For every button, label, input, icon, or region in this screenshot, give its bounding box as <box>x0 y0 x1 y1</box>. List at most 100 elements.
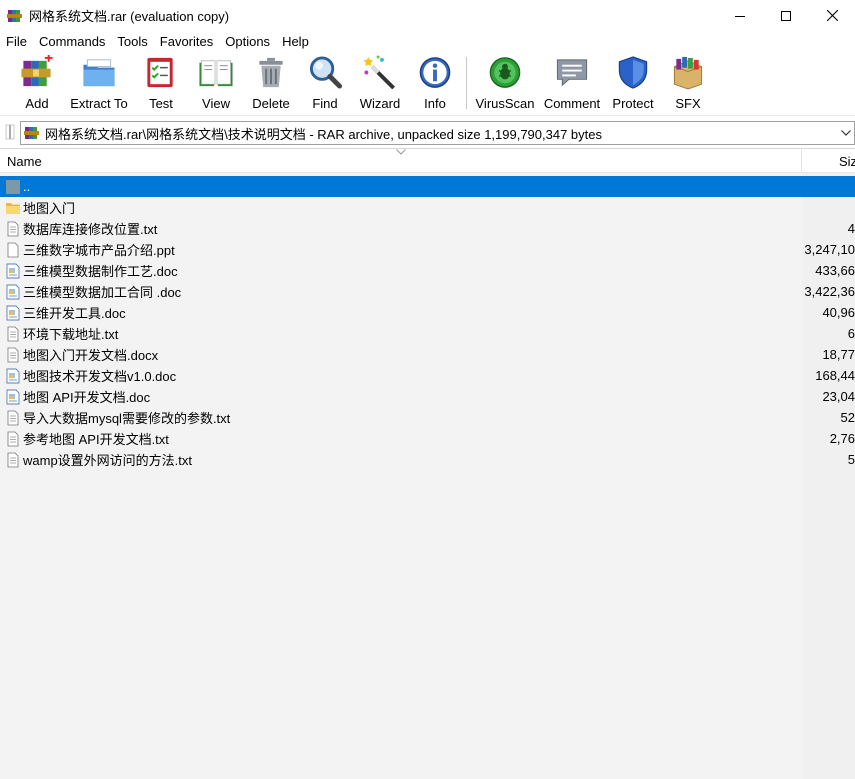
file-name: 三维数字城市产品介绍.ppt <box>23 243 175 258</box>
file-size: 3,422,36 <box>804 284 855 299</box>
file-size: 168,44 <box>815 368 855 383</box>
column-header-size[interactable]: Siz <box>839 154 855 169</box>
text-file-icon <box>5 326 21 342</box>
rar-archive-icon <box>24 125 40 141</box>
file-row[interactable]: 三维开发工具.doc 40,96 <box>0 302 855 323</box>
add-label: Add <box>25 96 49 111</box>
wizard-button[interactable]: Wizard <box>358 55 402 111</box>
maximize-button[interactable] <box>763 0 809 31</box>
close-button[interactable] <box>809 0 855 31</box>
file-size: 40,96 <box>822 305 855 320</box>
protect-icon <box>618 56 648 89</box>
menu-options[interactable]: Options <box>219 34 276 49</box>
text-file-icon <box>5 242 21 258</box>
sfx-button[interactable]: SFX <box>668 55 708 111</box>
file-name: 三维开发工具.doc <box>23 306 126 321</box>
winrar-app-icon <box>7 8 23 24</box>
file-name: wamp设置外网访问的方法.txt <box>23 453 193 468</box>
text-file-icon <box>5 221 21 237</box>
file-size: 18,77 <box>822 347 855 362</box>
up-arrow-icon <box>5 124 15 140</box>
minimize-button[interactable] <box>717 0 763 31</box>
info-icon <box>419 57 451 88</box>
parent-folder-icon <box>5 179 21 195</box>
file-list[interactable]: Name Siz .. 地图入门 数据库连接修改位置.txt 4 三维数字城市产品介绍.… <box>0 148 855 779</box>
file-size: 2,76 <box>829 431 855 446</box>
file-name: 地图入门 <box>23 201 76 216</box>
title-bar: 网格系统文档.rar (evaluation copy) <box>0 0 855 31</box>
info-label: Info <box>424 96 446 111</box>
text-file-icon <box>5 347 21 363</box>
file-row[interactable]: 地图技术开发文档v1.0.doc 168,44 <box>0 365 855 386</box>
file-row[interactable]: wamp设置外网访问的方法.txt 5 <box>0 449 855 470</box>
folder-icon <box>5 200 21 216</box>
address-field[interactable]: 网格系统文档.rar\网格系统文档\技术说明文档 - RAR archive, … <box>20 121 855 145</box>
add-button[interactable]: Add <box>18 55 56 111</box>
sfx-label: SFX <box>675 96 701 111</box>
file-size: 3,247,10 <box>804 242 855 257</box>
file-name: 地图入门开发文档.docx <box>23 348 159 363</box>
wizard-icon <box>363 55 395 90</box>
word-document-icon <box>5 284 21 300</box>
address-dropdown-button[interactable] <box>838 122 854 144</box>
text-file-icon <box>5 431 21 447</box>
wizard-label: Wizard <box>359 96 401 111</box>
view-button[interactable]: View <box>195 55 237 111</box>
file-row[interactable]: 地图入门开发文档.docx 18,77 <box>0 344 855 365</box>
find-button[interactable]: Find <box>307 55 343 111</box>
test-label: Test <box>149 96 173 111</box>
view-label: View <box>202 96 230 111</box>
protect-label: Protect <box>612 96 654 111</box>
file-size: 5 <box>847 452 855 467</box>
add-icon <box>21 55 53 87</box>
info-button[interactable]: Info <box>417 55 453 111</box>
comment-icon <box>556 59 588 87</box>
close-icon <box>826 10 838 21</box>
virusscan-button[interactable]: VirusScan <box>476 55 535 111</box>
find-icon <box>309 56 343 89</box>
menu-commands[interactable]: Commands <box>33 34 111 49</box>
menu-help[interactable]: Help <box>276 34 315 49</box>
toolbar-separator <box>466 57 467 109</box>
word-document-icon <box>5 305 21 321</box>
word-document-icon <box>5 389 21 405</box>
sfx-icon <box>673 56 703 90</box>
find-label: Find <box>312 96 338 111</box>
column-header-name[interactable]: Name <box>7 154 42 169</box>
test-icon <box>147 57 173 88</box>
file-row[interactable]: 环境下载地址.txt 6 <box>0 323 855 344</box>
file-row[interactable]: 数据库连接修改位置.txt 4 <box>0 218 855 239</box>
toolbar: Add Extract To Test View Delete Find Wiz… <box>0 52 855 114</box>
extract-to-icon <box>83 59 115 87</box>
file-row[interactable]: 三维模型数据加工合同 .doc 3,422,36 <box>0 281 855 302</box>
file-name: 地图 API开发文档.doc <box>23 390 151 405</box>
maximize-icon <box>781 10 791 21</box>
delete-label: Delete <box>252 96 290 111</box>
file-row[interactable]: 地图入门 <box>0 197 855 218</box>
text-file-icon <box>5 452 21 468</box>
minimize-icon <box>735 15 745 17</box>
menu-favorites[interactable]: Favorites <box>154 34 219 49</box>
file-row[interactable]: 导入大数据mysql需要修改的参数.txt 52 <box>0 407 855 428</box>
parent-folder-row[interactable]: .. <box>0 176 855 197</box>
file-name: 参考地图 API开发文档.txt <box>23 432 169 447</box>
comment-button[interactable]: Comment <box>543 55 601 111</box>
file-name: 地图技术开发文档v1.0.doc <box>23 369 177 384</box>
file-row[interactable]: 三维模型数据制作工艺.doc 433,66 <box>0 260 855 281</box>
menu-file[interactable]: File <box>0 34 33 49</box>
file-size: 433,66 <box>815 263 855 278</box>
up-one-level-button[interactable] <box>3 121 17 143</box>
extract-to-label: Extract To <box>70 96 128 111</box>
extract-to-button[interactable]: Extract To <box>68 55 130 111</box>
file-row[interactable]: 参考地图 API开发文档.txt 2,76 <box>0 428 855 449</box>
column-divider[interactable] <box>801 149 802 173</box>
protect-button[interactable]: Protect <box>611 55 655 111</box>
file-row[interactable]: 三维数字城市产品介绍.ppt 3,247,10 <box>0 239 855 260</box>
menu-bar: File Commands Tools Favorites Options He… <box>0 31 855 51</box>
word-document-icon <box>5 263 21 279</box>
delete-button[interactable]: Delete <box>251 55 291 111</box>
menu-tools[interactable]: Tools <box>111 34 153 49</box>
test-button[interactable]: Test <box>143 55 179 111</box>
file-name: 导入大数据mysql需要修改的参数.txt <box>23 411 231 426</box>
file-row[interactable]: 地图 API开发文档.doc 23,04 <box>0 386 855 407</box>
